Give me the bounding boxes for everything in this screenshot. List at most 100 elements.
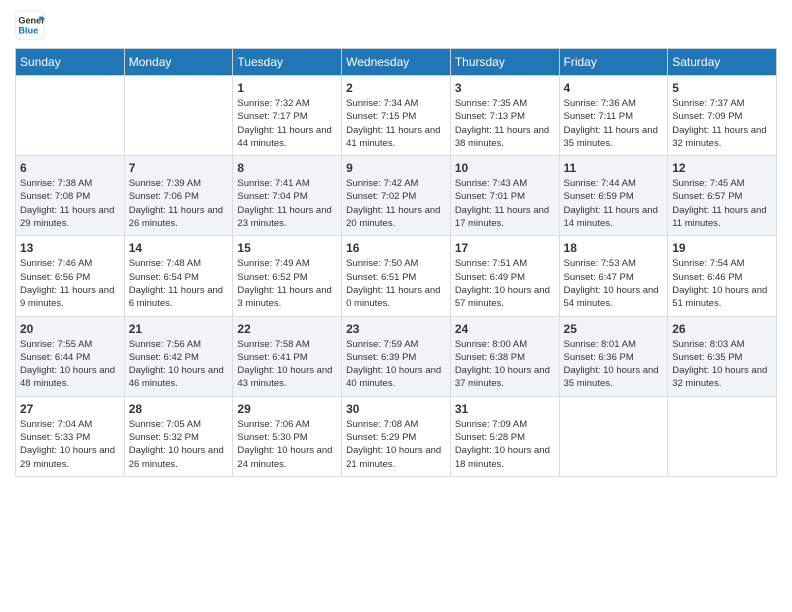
day-number: 21 [129,322,229,336]
day-info: Sunrise: 7:08 AMSunset: 5:29 PMDaylight:… [346,418,446,471]
day-number: 2 [346,81,446,95]
day-number: 31 [455,402,555,416]
day-cell: 20 Sunrise: 7:55 AMSunset: 6:44 PMDayligh… [16,316,125,396]
day-number: 16 [346,241,446,255]
day-info: Sunrise: 7:32 AMSunset: 7:17 PMDaylight:… [237,97,337,150]
svg-text:Blue: Blue [18,25,38,35]
day-info: Sunrise: 7:54 AMSunset: 6:46 PMDaylight:… [672,257,772,310]
day-number: 18 [564,241,664,255]
weekday-header-sunday: Sunday [16,49,125,76]
day-cell: 8Sunrise: 7:41 AMSunset: 7:04 PMDaylight… [233,156,342,236]
day-info: Sunrise: 7:46 AMSunset: 6:56 PMDaylight:… [20,257,120,310]
day-cell: 12Sunrise: 7:45 AMSunset: 6:57 PMDayligh… [668,156,777,236]
day-cell: 13 Sunrise: 7:46 AMSunset: 6:56 PMDayligh… [16,236,125,316]
day-number: 11 [564,161,664,175]
day-cell: 18 Sunrise: 7:53 AMSunset: 6:47 PMDayligh… [559,236,668,316]
day-info: Sunrise: 7:44 AMSunset: 6:59 PMDaylight:… [564,177,664,230]
day-info: Sunrise: 7:48 AMSunset: 6:54 PMDaylight:… [129,257,229,310]
day-number: 27 [20,402,120,416]
day-number: 28 [129,402,229,416]
day-info: Sunrise: 7:09 AMSunset: 5:28 PMDaylight:… [455,418,555,471]
day-cell: 1 Sunrise: 7:32 AMSunset: 7:17 PMDaylight… [233,76,342,156]
day-number: 9 [346,161,446,175]
day-cell [124,76,233,156]
day-info: Sunrise: 7:39 AMSunset: 7:06 PMDaylight:… [129,177,229,230]
day-info: Sunrise: 7:53 AMSunset: 6:47 PMDaylight:… [564,257,664,310]
week-row-4: 20 Sunrise: 7:55 AMSunset: 6:44 PMDayligh… [16,316,777,396]
weekday-header-monday: Monday [124,49,233,76]
day-number: 3 [455,81,555,95]
day-number: 8 [237,161,337,175]
day-info: Sunrise: 8:03 AMSunset: 6:35 PMDaylight:… [672,338,772,391]
day-info: Sunrise: 7:45 AMSunset: 6:57 PMDaylight:… [672,177,772,230]
logo-icon: General Blue [15,10,45,40]
day-number: 19 [672,241,772,255]
day-number: 23 [346,322,446,336]
day-cell: 31 Sunrise: 7:09 AMSunset: 5:28 PMDayligh… [450,396,559,476]
day-cell: 22 Sunrise: 7:58 AMSunset: 6:41 PMDayligh… [233,316,342,396]
day-cell: 21 Sunrise: 7:56 AMSunset: 6:42 PMDayligh… [124,316,233,396]
day-info: Sunrise: 7:05 AMSunset: 5:32 PMDaylight:… [129,418,229,471]
week-row-3: 13 Sunrise: 7:46 AMSunset: 6:56 PMDayligh… [16,236,777,316]
day-cell: 23 Sunrise: 7:59 AMSunset: 6:39 PMDayligh… [342,316,451,396]
day-cell: 16 Sunrise: 7:50 AMSunset: 6:51 PMDayligh… [342,236,451,316]
day-info: Sunrise: 8:01 AMSunset: 6:36 PMDaylight:… [564,338,664,391]
day-number: 1 [237,81,337,95]
day-number: 14 [129,241,229,255]
day-info: Sunrise: 7:06 AMSunset: 5:30 PMDaylight:… [237,418,337,471]
day-cell [16,76,125,156]
day-info: Sunrise: 7:34 AMSunset: 7:15 PMDaylight:… [346,97,446,150]
day-info: Sunrise: 7:55 AMSunset: 6:44 PMDaylight:… [20,338,120,391]
logo: General Blue [15,10,45,40]
day-info: Sunrise: 7:04 AMSunset: 5:33 PMDaylight:… [20,418,120,471]
day-cell: 15 Sunrise: 7:49 AMSunset: 6:52 PMDayligh… [233,236,342,316]
day-cell: 6Sunrise: 7:38 AMSunset: 7:08 PMDaylight… [16,156,125,236]
day-info: Sunrise: 7:56 AMSunset: 6:42 PMDaylight:… [129,338,229,391]
day-cell: 24 Sunrise: 8:00 AMSunset: 6:38 PMDayligh… [450,316,559,396]
day-cell: 14 Sunrise: 7:48 AMSunset: 6:54 PMDayligh… [124,236,233,316]
day-info: Sunrise: 7:58 AMSunset: 6:41 PMDaylight:… [237,338,337,391]
day-info: Sunrise: 7:36 AMSunset: 7:11 PMDaylight:… [564,97,664,150]
day-cell: 7 Sunrise: 7:39 AMSunset: 7:06 PMDaylight… [124,156,233,236]
weekday-header-row: SundayMondayTuesdayWednesdayThursdayFrid… [16,49,777,76]
day-number: 13 [20,241,120,255]
day-info: Sunrise: 7:35 AMSunset: 7:13 PMDaylight:… [455,97,555,150]
week-row-2: 6Sunrise: 7:38 AMSunset: 7:08 PMDaylight… [16,156,777,236]
day-info: Sunrise: 7:43 AMSunset: 7:01 PMDaylight:… [455,177,555,230]
weekday-header-thursday: Thursday [450,49,559,76]
day-cell [668,396,777,476]
day-cell: 27 Sunrise: 7:04 AMSunset: 5:33 PMDayligh… [16,396,125,476]
day-info: Sunrise: 7:49 AMSunset: 6:52 PMDaylight:… [237,257,337,310]
day-cell: 5Sunrise: 7:37 AMSunset: 7:09 PMDaylight… [668,76,777,156]
day-number: 26 [672,322,772,336]
day-info: Sunrise: 8:00 AMSunset: 6:38 PMDaylight:… [455,338,555,391]
day-number: 30 [346,402,446,416]
day-number: 15 [237,241,337,255]
day-number: 24 [455,322,555,336]
day-info: Sunrise: 7:59 AMSunset: 6:39 PMDaylight:… [346,338,446,391]
day-number: 22 [237,322,337,336]
day-cell: 25 Sunrise: 8:01 AMSunset: 6:36 PMDayligh… [559,316,668,396]
day-cell: 2 Sunrise: 7:34 AMSunset: 7:15 PMDaylight… [342,76,451,156]
day-number: 4 [564,81,664,95]
day-number: 20 [20,322,120,336]
day-number: 6 [20,161,120,175]
day-number: 10 [455,161,555,175]
day-number: 29 [237,402,337,416]
day-info: Sunrise: 7:50 AMSunset: 6:51 PMDaylight:… [346,257,446,310]
day-cell: 4 Sunrise: 7:36 AMSunset: 7:11 PMDaylight… [559,76,668,156]
day-cell: 9Sunrise: 7:42 AMSunset: 7:02 PMDaylight… [342,156,451,236]
day-cell: 10 Sunrise: 7:43 AMSunset: 7:01 PMDayligh… [450,156,559,236]
day-info: Sunrise: 7:51 AMSunset: 6:49 PMDaylight:… [455,257,555,310]
day-cell: 3 Sunrise: 7:35 AMSunset: 7:13 PMDaylight… [450,76,559,156]
day-number: 7 [129,161,229,175]
calendar-table: SundayMondayTuesdayWednesdayThursdayFrid… [15,48,777,477]
weekday-header-friday: Friday [559,49,668,76]
weekday-header-tuesday: Tuesday [233,49,342,76]
day-number: 17 [455,241,555,255]
day-number: 25 [564,322,664,336]
weekday-header-saturday: Saturday [668,49,777,76]
day-cell: 17 Sunrise: 7:51 AMSunset: 6:49 PMDayligh… [450,236,559,316]
weekday-header-wednesday: Wednesday [342,49,451,76]
day-cell [559,396,668,476]
